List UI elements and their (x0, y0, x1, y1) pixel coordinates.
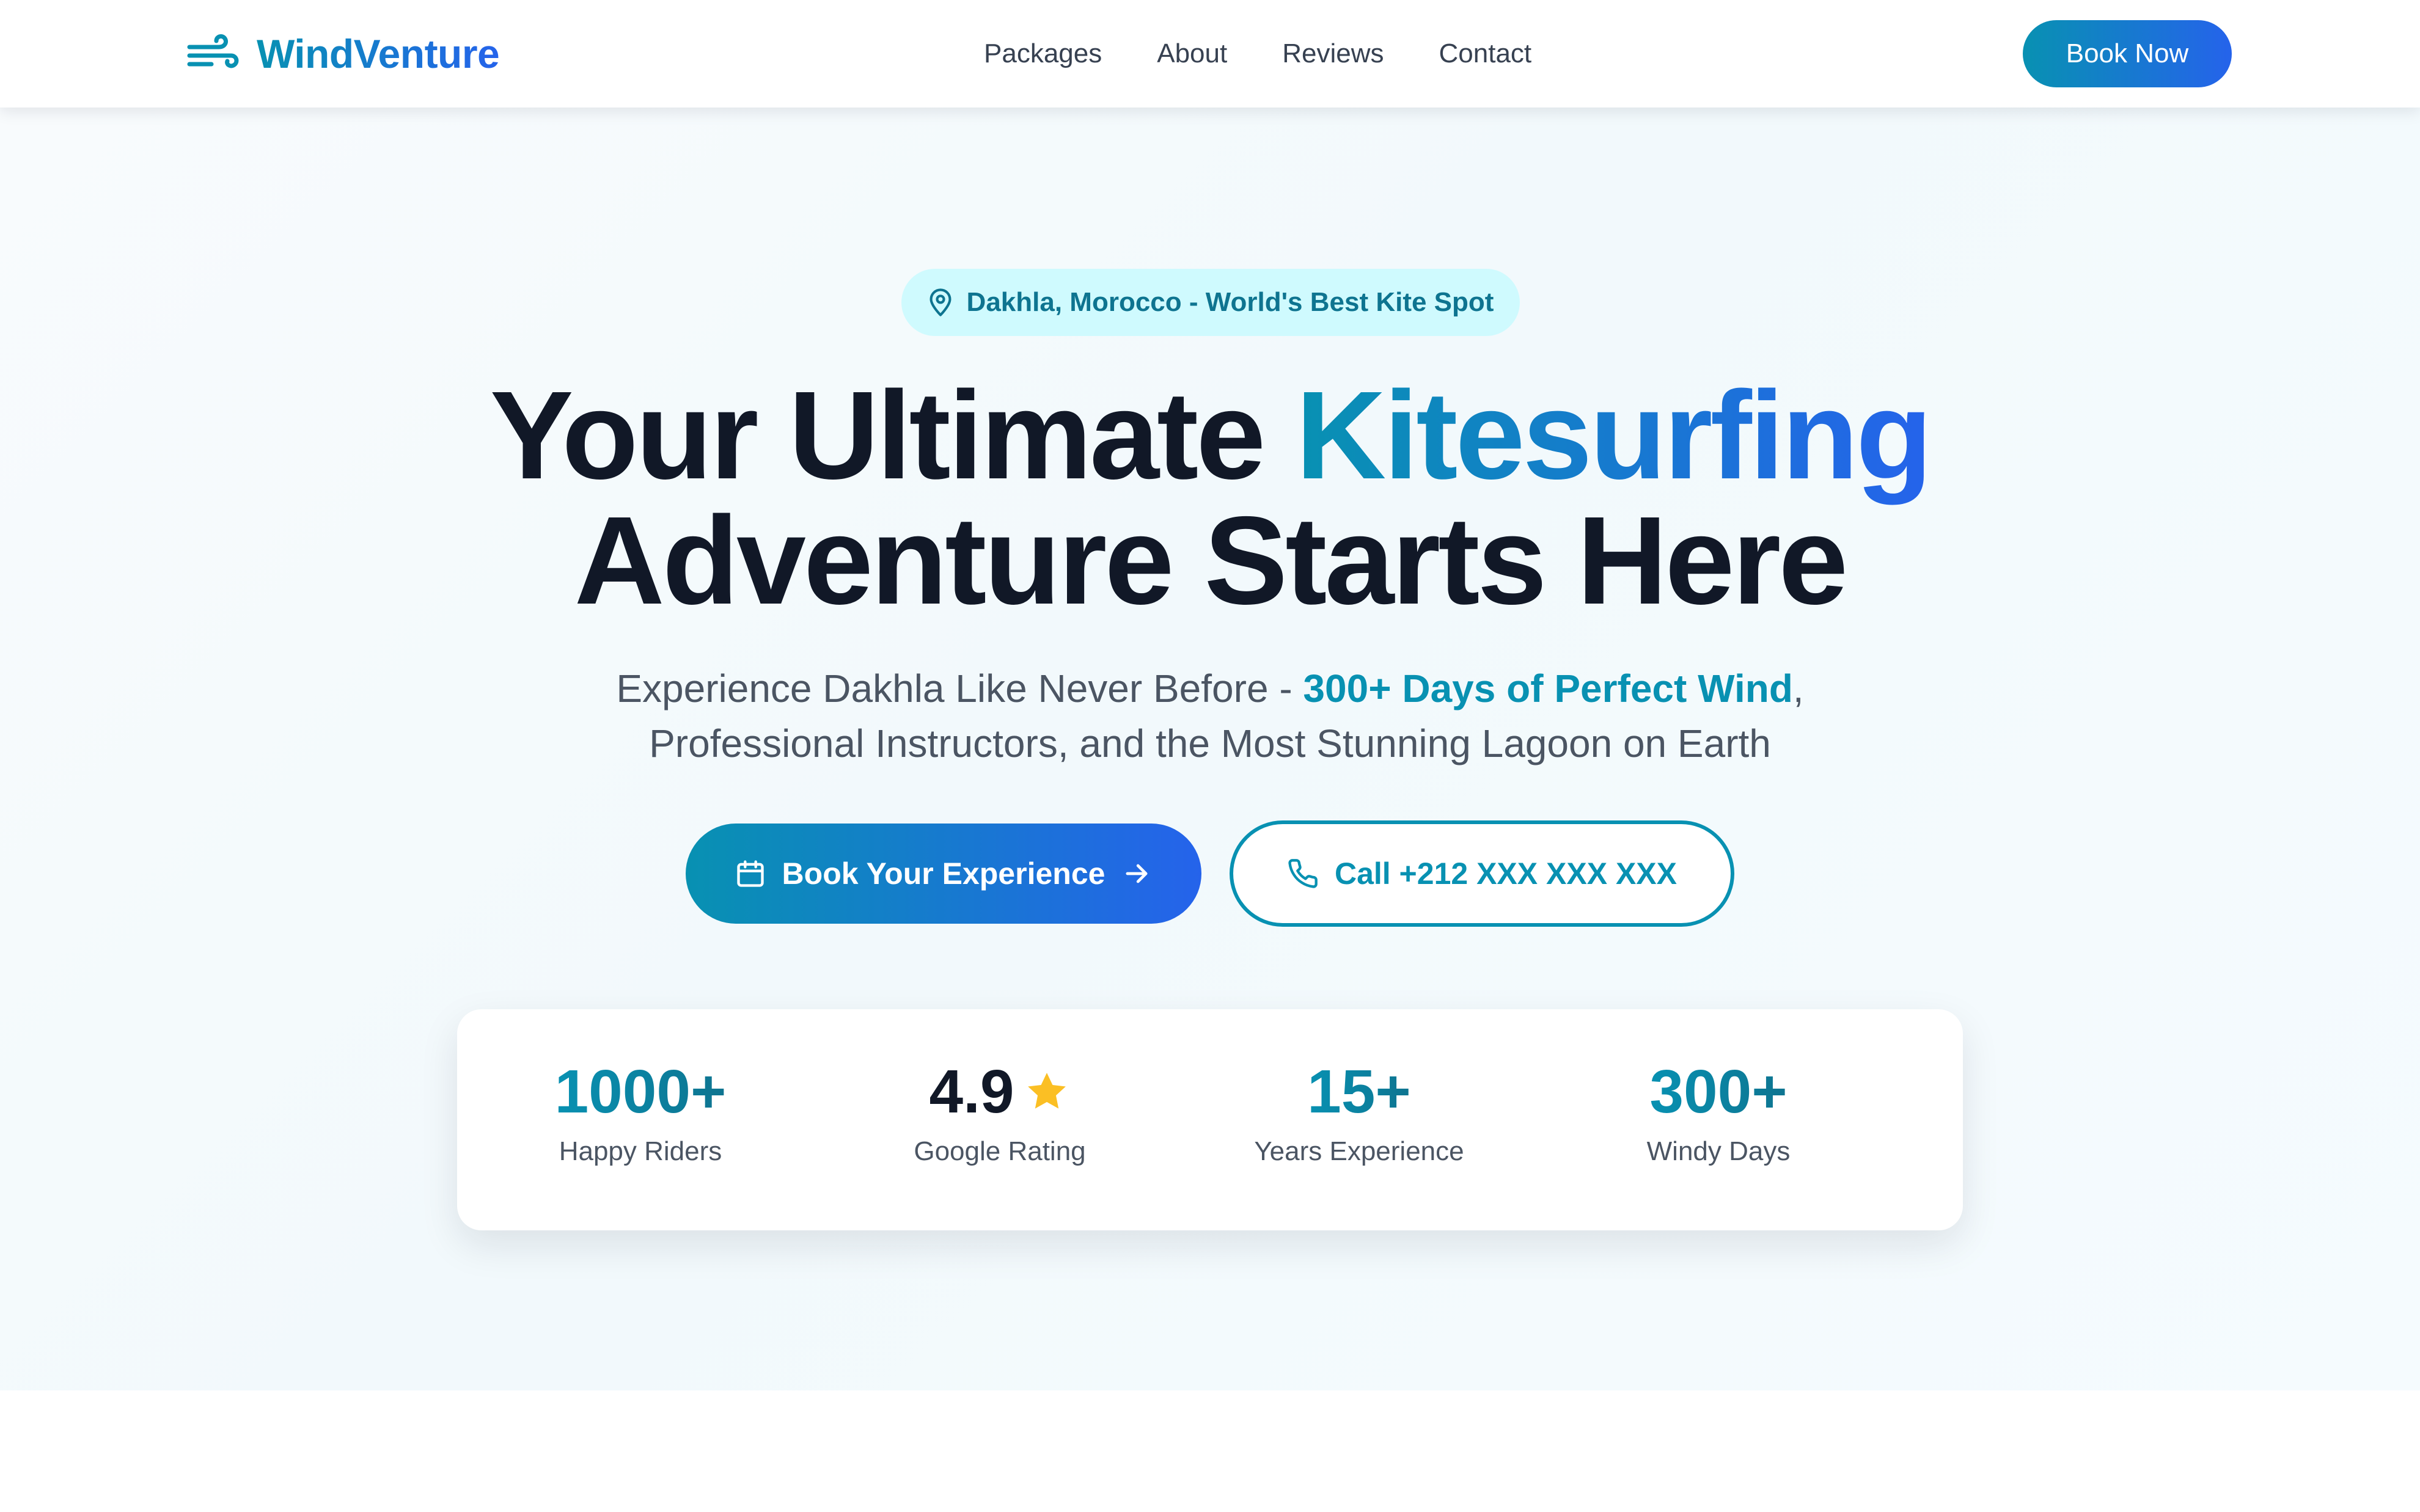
arrow-right-icon (1126, 864, 1148, 883)
stat-windy-days: 300+ Windy Days (1547, 1058, 1890, 1167)
stat-google-rating: 4.9 Google Rating (829, 1058, 1171, 1167)
headline-accent: Kitesurfing (1296, 365, 1932, 505)
brand-name: WindVenture (257, 31, 500, 76)
hero-subheadline: Experience Dakhla Like Never Before - 30… (0, 661, 2420, 771)
stat-label: Happy Riders (559, 1136, 722, 1166)
nav-contact[interactable]: Contact (1439, 38, 1532, 69)
stat-label: Years Experience (1254, 1136, 1464, 1166)
stat-value: 15+ (1307, 1057, 1411, 1126)
wind-icon (187, 34, 239, 68)
stat-label: Google Rating (914, 1136, 1086, 1166)
stat-label: Windy Days (1646, 1136, 1791, 1166)
location-badge-text: Dakhla, Morocco - World's Best Kite Spot (966, 287, 1494, 317)
next-section-edge (0, 1390, 2420, 1512)
calendar-icon (736, 860, 764, 887)
subhead-part1: Experience Dakhla Like Never Before - (616, 667, 1304, 710)
main-nav: Packages About Reviews Contact (984, 35, 1531, 72)
hero-headline: Your Ultimate Kitesurfing Adventure Star… (0, 373, 2420, 623)
nav-packages[interactable]: Packages (984, 38, 1102, 69)
brand-logo[interactable]: WindVenture (187, 29, 500, 78)
subhead-highlight: 300+ Days of Perfect Wind (1303, 667, 1793, 710)
book-now-button[interactable]: Book Now (2023, 20, 2232, 87)
subhead-line2: Professional Instructors, and the Most S… (649, 721, 1771, 765)
star-icon (1027, 1073, 1066, 1109)
stat-value: 1000+ (554, 1057, 727, 1126)
stat-value: 4.9 (929, 1057, 1014, 1126)
site-header: WindVenture Packages About Reviews Conta… (0, 0, 2420, 108)
stat-years-experience: 15+ Years Experience (1188, 1058, 1530, 1167)
location-badge: Dakhla, Morocco - World's Best Kite Spot (901, 269, 1520, 336)
stat-rating-row: 4.9 (929, 1058, 1070, 1125)
subhead-part2: , (1792, 667, 1804, 710)
stats-card: 1000+ Happy Riders 4.9 Google Rating 15+… (457, 1009, 1963, 1230)
stat-value: 300+ (1649, 1057, 1788, 1126)
map-pin-icon (930, 288, 952, 316)
headline-line1: Your Ultimate (490, 365, 1296, 505)
nav-reviews[interactable]: Reviews (1282, 38, 1384, 69)
nav-about[interactable]: About (1157, 38, 1227, 69)
book-experience-label: Book Your Experience (782, 856, 1106, 891)
call-label: Call +212 XXX XXX XXX (1334, 856, 1678, 891)
phone-icon (1288, 859, 1318, 888)
book-experience-button[interactable]: Book Your Experience (686, 824, 1201, 924)
call-button[interactable]: Call +212 XXX XXX XXX (1230, 820, 1734, 927)
stat-happy-riders: 1000+ Happy Riders (469, 1058, 812, 1167)
headline-line2: Adventure Starts Here (574, 491, 1849, 630)
